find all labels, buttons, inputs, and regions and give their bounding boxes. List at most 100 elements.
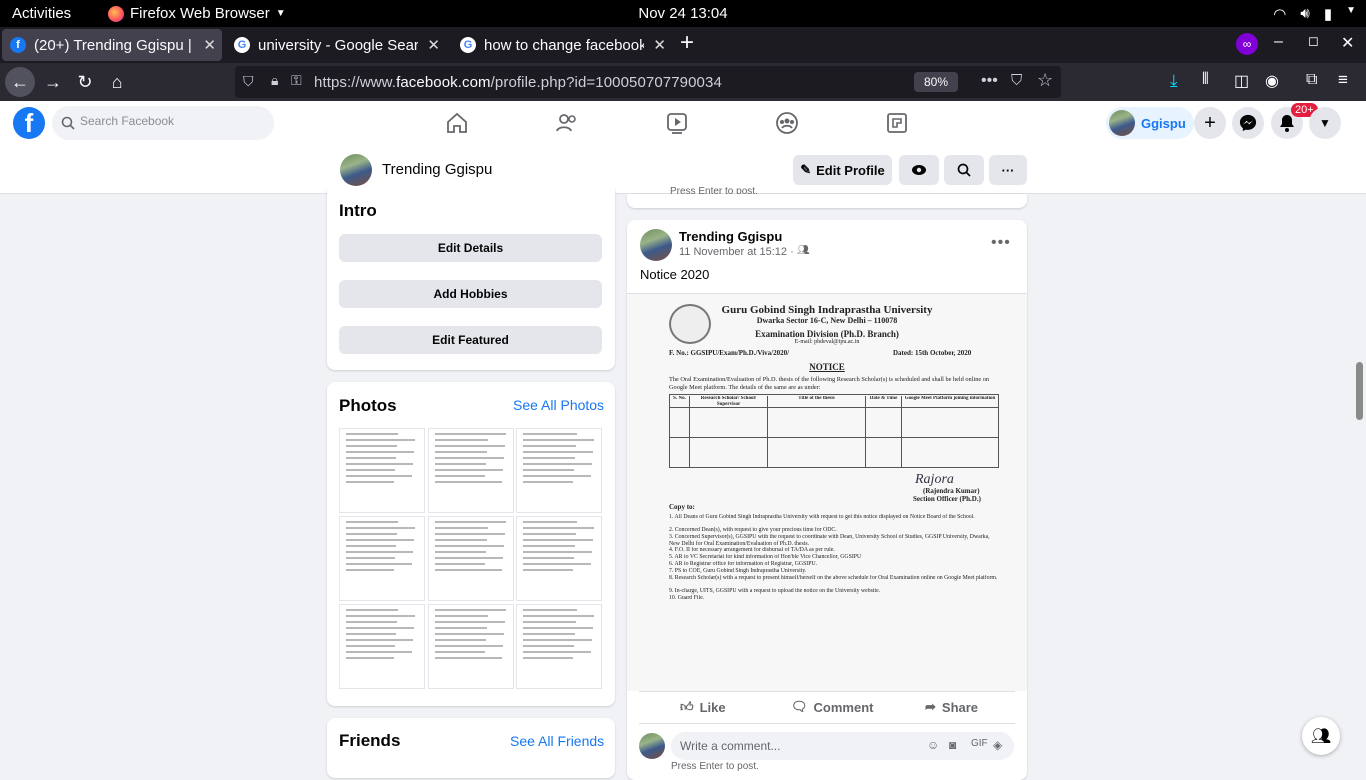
avatar — [639, 733, 665, 759]
home-icon[interactable]: ⌂ — [102, 67, 132, 97]
photo-thumbnail[interactable] — [516, 516, 602, 601]
tab-title: how to change facebook — [484, 36, 644, 54]
doc-university: Guru Gobind Singh Indraprastha Universit… — [721, 304, 933, 316]
see-all-photos-link[interactable]: See All Photos — [513, 397, 604, 413]
edit-details-button[interactable]: Edit Details — [339, 234, 602, 262]
doc-copy-item: 1. All Deans of Guru Gobind Singh Indrap… — [669, 514, 975, 520]
photo-thumbnail[interactable] — [339, 516, 425, 601]
view-as-button[interactable] — [899, 155, 939, 185]
photo-thumbnail[interactable] — [516, 428, 602, 513]
photo-thumbnail[interactable] — [428, 428, 514, 513]
lock-icon[interactable]: 🔒︎ — [271, 72, 278, 89]
extensions-icon[interactable]: ⧉ — [1306, 71, 1317, 89]
url-bar[interactable]: ⛉ 🔒︎ ⚿ https://www.facebook.com/profile.… — [235, 66, 1061, 98]
more-actions-icon[interactable]: ••• — [981, 72, 998, 90]
previous-post-card — [627, 194, 1027, 208]
friends-title: Friends — [339, 731, 401, 750]
download-icon[interactable]: ⤓ — [1170, 71, 1178, 91]
gaming-nav-icon[interactable] — [885, 111, 909, 135]
search-input[interactable]: Search Facebook — [52, 106, 274, 140]
close-icon[interactable]: ✕ — [653, 36, 666, 54]
tab-google-university[interactable]: G university - Google Searc ✕ — [226, 29, 446, 61]
more-options-button[interactable]: ··· — [989, 155, 1027, 185]
tab-facebook[interactable]: f (20+) Trending Ggispu | F ✕ — [2, 29, 222, 61]
doc-ref: F. No.: GGSIPU/Exam/Ph.D./Viva/2020/ — [669, 349, 790, 357]
comment-button[interactable]: 🗨︎ Comment — [791, 696, 873, 718]
facebook-logo-icon[interactable]: f — [13, 107, 45, 139]
key-icon[interactable]: ⚿ — [291, 72, 302, 89]
see-all-friends-link[interactable]: See All Friends — [510, 733, 604, 749]
avatar — [1109, 110, 1135, 136]
post-timestamp[interactable]: 11 November at 15:12 · — [679, 246, 794, 258]
share-button[interactable]: ➦ Share — [925, 696, 978, 718]
new-message-contacts-icon[interactable]: 👥︎ — [1302, 717, 1340, 755]
reload-icon[interactable]: ↻ — [70, 67, 100, 97]
post-options-icon[interactable]: ••• — [991, 234, 1011, 252]
emoji-icon[interactable]: ☺ — [927, 738, 939, 752]
doc-address: Dwarka Sector 16-C, New Delhi – 110078 — [756, 316, 898, 325]
account-icon[interactable]: ◉ — [1265, 71, 1279, 91]
doc-email: E-mail: phdeval@ipu.ac.in — [794, 339, 860, 345]
profile-search-button[interactable] — [944, 155, 984, 185]
account-menu-chevron-icon[interactable]: ▼ — [1309, 107, 1341, 139]
groups-nav-icon[interactable] — [775, 111, 799, 135]
system-tray[interactable]: ◠ 🔊︎ ▮ ▼ — [1273, 5, 1356, 23]
sticker-icon[interactable]: ◈ — [993, 738, 1002, 752]
home-nav-icon[interactable] — [445, 111, 469, 135]
watch-nav-icon[interactable] — [665, 111, 689, 135]
new-tab-icon[interactable]: + — [680, 29, 694, 57]
scrollbar-thumb[interactable] — [1356, 362, 1363, 420]
gif-icon[interactable]: GIF — [971, 738, 988, 749]
create-plus-icon[interactable]: + — [1194, 107, 1226, 139]
edit-featured-button[interactable]: Edit Featured — [339, 326, 602, 354]
tab-strip: f (20+) Trending Ggispu | F ✕ G universi… — [0, 27, 1366, 63]
pocket-icon[interactable]: ⛉ — [1011, 72, 1022, 89]
avatar[interactable] — [640, 229, 672, 261]
photo-thumbnail[interactable] — [516, 604, 602, 689]
library-icon[interactable]: ⫴ — [1202, 71, 1209, 89]
notice-image[interactable]: Guru Gobind Singh Indraprastha Universit… — [627, 294, 1027, 691]
add-hobbies-button[interactable]: Add Hobbies — [339, 280, 602, 308]
divider — [639, 723, 1015, 724]
photo-thumbnail[interactable] — [339, 604, 425, 689]
url-text: https://www.facebook.com/profile.php?id=… — [314, 74, 722, 91]
photo-thumbnail[interactable] — [339, 428, 425, 513]
minimize-icon[interactable]: – — [1274, 33, 1283, 51]
profile-chip[interactable]: Ggispu — [1106, 107, 1194, 139]
forward-icon[interactable]: → — [38, 67, 68, 97]
post-author[interactable]: Trending Ggispu — [679, 229, 782, 244]
photo-thumbnail[interactable] — [428, 604, 514, 689]
search-placeholder: Search Facebook — [80, 114, 175, 128]
doc-copy-item: 8. Research Scholar(s) with a request to… — [669, 575, 998, 581]
doc-copy-item: 3. Concerned Supervisor(s), GGSIPU with … — [669, 534, 990, 547]
comment-input[interactable]: Write a comment... ☺ ◙ GIF ◈ — [671, 732, 1014, 760]
bookmark-star-icon[interactable]: ☆ — [1037, 70, 1053, 91]
edit-profile-button[interactable]: ✎ Edit Profile — [793, 155, 892, 185]
friends-nav-icon[interactable] — [555, 111, 579, 135]
doc-copy-item: 5. AR to VC Secretariat for kind informa… — [669, 554, 862, 560]
profile-bar-name[interactable]: Trending Ggispu — [382, 161, 492, 178]
close-window-icon[interactable]: ✕ — [1341, 33, 1354, 53]
close-icon[interactable]: ✕ — [427, 36, 440, 54]
thumbs-up-icon: 👍︎ — [680, 699, 694, 714]
close-icon[interactable]: ✕ — [203, 36, 216, 54]
pencil-icon: ✎ — [800, 162, 812, 177]
like-button[interactable]: 👍︎ Like — [680, 696, 726, 718]
hamburger-menu-icon[interactable]: ≡ — [1338, 70, 1348, 90]
photo-thumbnail[interactable] — [428, 516, 514, 601]
messenger-icon[interactable] — [1232, 107, 1264, 139]
ellipsis-icon: ··· — [1001, 162, 1015, 178]
avatar[interactable] — [340, 154, 372, 186]
profile-name: Ggispu — [1141, 115, 1186, 131]
tab-google-facebook[interactable]: G how to change facebook ✕ — [452, 29, 672, 61]
friends-audience-icon[interactable]: 👥︎ — [797, 245, 810, 256]
back-icon[interactable]: ← — [5, 67, 35, 97]
press-enter-hint: Press Enter to post. — [671, 761, 759, 772]
sidebar-icon[interactable]: ◫ — [1234, 71, 1249, 91]
shield-icon[interactable]: ⛉ — [243, 73, 254, 90]
tab-title: university - Google Searc — [258, 36, 418, 54]
zoom-level[interactable]: 80% — [914, 72, 958, 92]
clock[interactable]: Nov 24 13:04 — [0, 5, 1366, 22]
maximize-icon[interactable]: ◻ — [1308, 33, 1319, 49]
camera-icon[interactable]: ◙ — [949, 738, 956, 752]
